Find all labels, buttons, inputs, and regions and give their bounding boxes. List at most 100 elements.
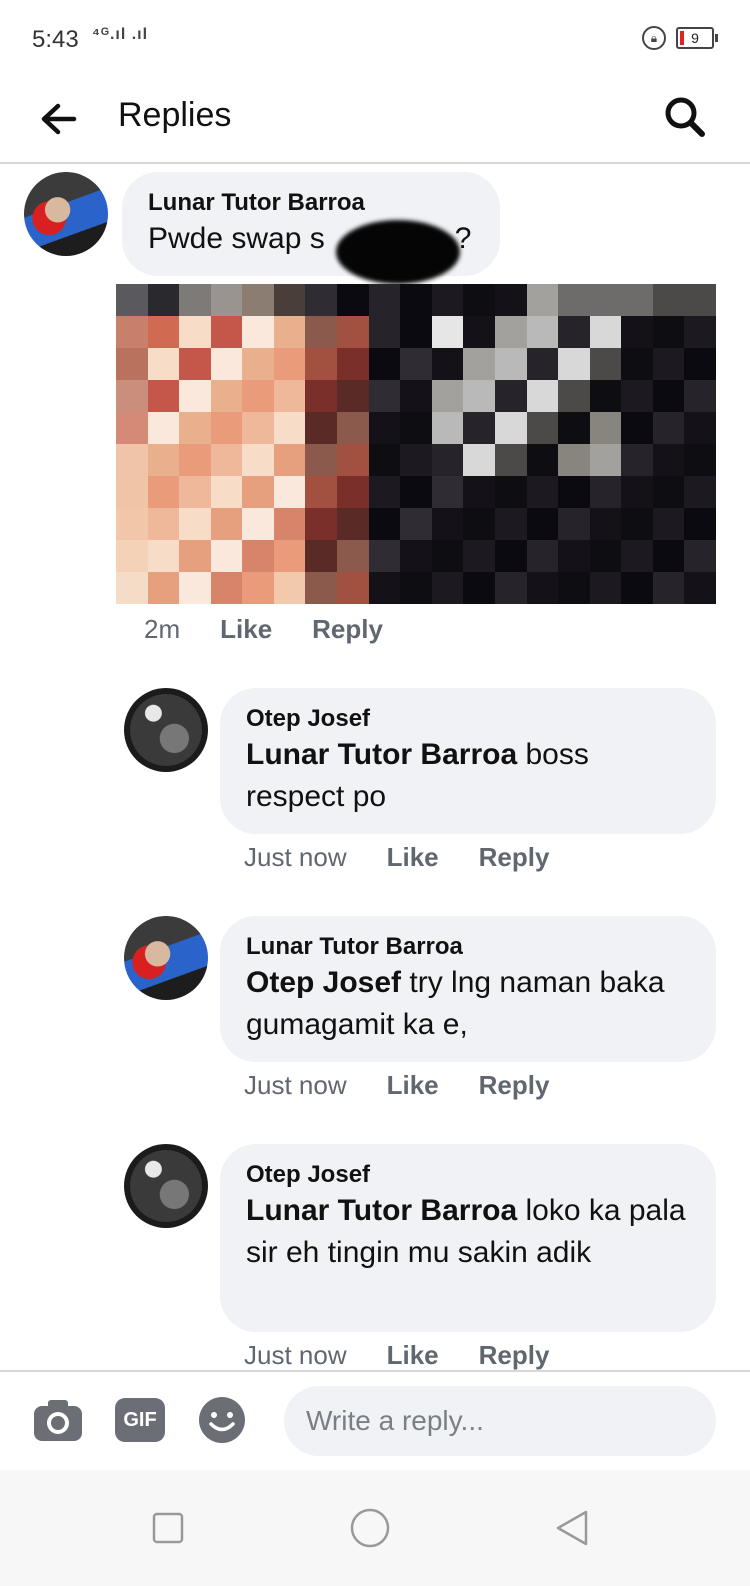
comment-author[interactable]: Lunar Tutor Barroa: [148, 188, 474, 218]
like-button[interactable]: Like: [220, 614, 272, 645]
comment-actions: 2m Like Reply: [144, 614, 383, 645]
rotation-lock-icon: 🔒︎: [642, 26, 666, 50]
mosaic-cell: [242, 284, 274, 316]
emoji-icon[interactable]: [196, 1394, 248, 1446]
mosaic-cell: [463, 284, 495, 316]
mosaic-cell: [305, 572, 338, 604]
comment-author[interactable]: Otep Josef: [246, 704, 690, 734]
comment-bubble: Otep Josef Lunar Tutor Barroa loko ka pa…: [220, 1144, 716, 1332]
mosaic-cell: [558, 316, 590, 348]
reply-button[interactable]: Reply: [479, 842, 550, 873]
mosaic-cell: [400, 348, 432, 380]
mosaic-cell: [273, 348, 306, 380]
mosaic-cell: [337, 380, 369, 412]
mosaic-cell: [305, 380, 338, 412]
mosaic-cell: [684, 380, 716, 412]
like-button[interactable]: Like: [387, 1070, 439, 1101]
mosaic-cell: [621, 476, 653, 508]
like-button[interactable]: Like: [387, 1340, 439, 1371]
mosaic-cell: [431, 444, 464, 476]
avatar[interactable]: [124, 916, 208, 1000]
mosaic-cell: [621, 444, 653, 476]
comment-author[interactable]: Lunar Tutor Barroa: [246, 932, 690, 962]
mosaic-cell: [368, 540, 401, 572]
mosaic-cell: [368, 284, 401, 316]
page-title: Replies: [118, 96, 232, 134]
avatar[interactable]: [124, 688, 208, 772]
search-icon[interactable]: [660, 92, 710, 142]
mosaic-cell: [273, 284, 306, 316]
comment-time: 2m: [144, 614, 181, 644]
mosaic-cell: [558, 508, 590, 540]
mosaic-cell: [147, 540, 180, 572]
mosaic-cell: [368, 348, 401, 380]
mosaic-cell: [494, 572, 527, 604]
mosaic-cell: [273, 572, 306, 604]
reply-button[interactable]: Reply: [312, 614, 383, 645]
mosaic-cell: [179, 508, 211, 540]
mention-link[interactable]: Lunar Tutor Barroa: [246, 738, 517, 771]
mosaic-cell: [526, 380, 559, 412]
like-button[interactable]: Like: [387, 842, 439, 873]
comment-actions: Just now Like Reply: [244, 842, 549, 873]
mosaic-cell: [147, 284, 180, 316]
mosaic-cell: [210, 476, 243, 508]
mosaic-cell: [558, 540, 590, 572]
mosaic-cell: [463, 412, 495, 444]
mosaic-cell: [116, 444, 148, 476]
reply-button[interactable]: Reply: [479, 1340, 550, 1371]
mosaic-cell: [179, 380, 211, 412]
mosaic-cell: [116, 540, 148, 572]
mosaic-cell: [210, 380, 243, 412]
gif-icon[interactable]: GIF: [114, 1394, 166, 1446]
mention-link[interactable]: Lunar Tutor Barroa: [246, 1194, 517, 1227]
mosaic-cell: [147, 348, 180, 380]
mosaic-cell: [494, 348, 527, 380]
mosaic-cell: [652, 572, 685, 604]
mosaic-cell: [147, 444, 180, 476]
mosaic-cell: [273, 444, 306, 476]
mosaic-cell: [621, 412, 653, 444]
mosaic-cell: [684, 476, 716, 508]
mosaic-cell: [210, 284, 243, 316]
header: Replies: [0, 80, 750, 164]
mosaic-cell: [558, 284, 590, 316]
mosaic-cell: [179, 444, 211, 476]
status-time: 5:43: [32, 26, 79, 53]
mosaic-cell: [526, 476, 559, 508]
mosaic-cell: [242, 316, 274, 348]
pixelated-image[interactable]: [116, 284, 716, 604]
battery-icon: 9: [676, 27, 718, 49]
back-nav-icon[interactable]: [544, 1500, 600, 1556]
mosaic-cell: [558, 380, 590, 412]
mosaic-cell: [463, 444, 495, 476]
mosaic-cell: [684, 284, 716, 316]
mosaic-cell: [652, 444, 685, 476]
camera-icon[interactable]: [32, 1394, 84, 1446]
mosaic-cell: [526, 444, 559, 476]
comment-author[interactable]: Otep Josef: [246, 1160, 690, 1190]
reply-input[interactable]: [284, 1386, 716, 1456]
back-arrow-icon[interactable]: [34, 94, 84, 144]
home-icon[interactable]: [342, 1500, 398, 1556]
mosaic-cell: [652, 412, 685, 444]
comment-bubble: Lunar Tutor Barroa Otep Josef try lng na…: [220, 916, 716, 1062]
mosaic-cell: [368, 476, 401, 508]
mosaic-cell: [589, 412, 622, 444]
recent-apps-icon[interactable]: [140, 1500, 196, 1556]
mosaic-cell: [210, 412, 243, 444]
reply-button[interactable]: Reply: [479, 1070, 550, 1101]
avatar[interactable]: [124, 1144, 208, 1228]
mosaic-cell: [147, 316, 180, 348]
mosaic-cell: [621, 540, 653, 572]
signal-icon: ⁴ᴳ.ıl .ıl: [92, 26, 149, 43]
mosaic-cell: [684, 316, 716, 348]
mention-link[interactable]: Otep Josef: [246, 966, 401, 999]
mosaic-cell: [463, 348, 495, 380]
mosaic-cell: [589, 476, 622, 508]
mosaic-cell: [210, 508, 243, 540]
mosaic-cell: [652, 348, 685, 380]
avatar[interactable]: [24, 172, 108, 256]
mosaic-cell: [621, 572, 653, 604]
mosaic-cell: [147, 380, 180, 412]
